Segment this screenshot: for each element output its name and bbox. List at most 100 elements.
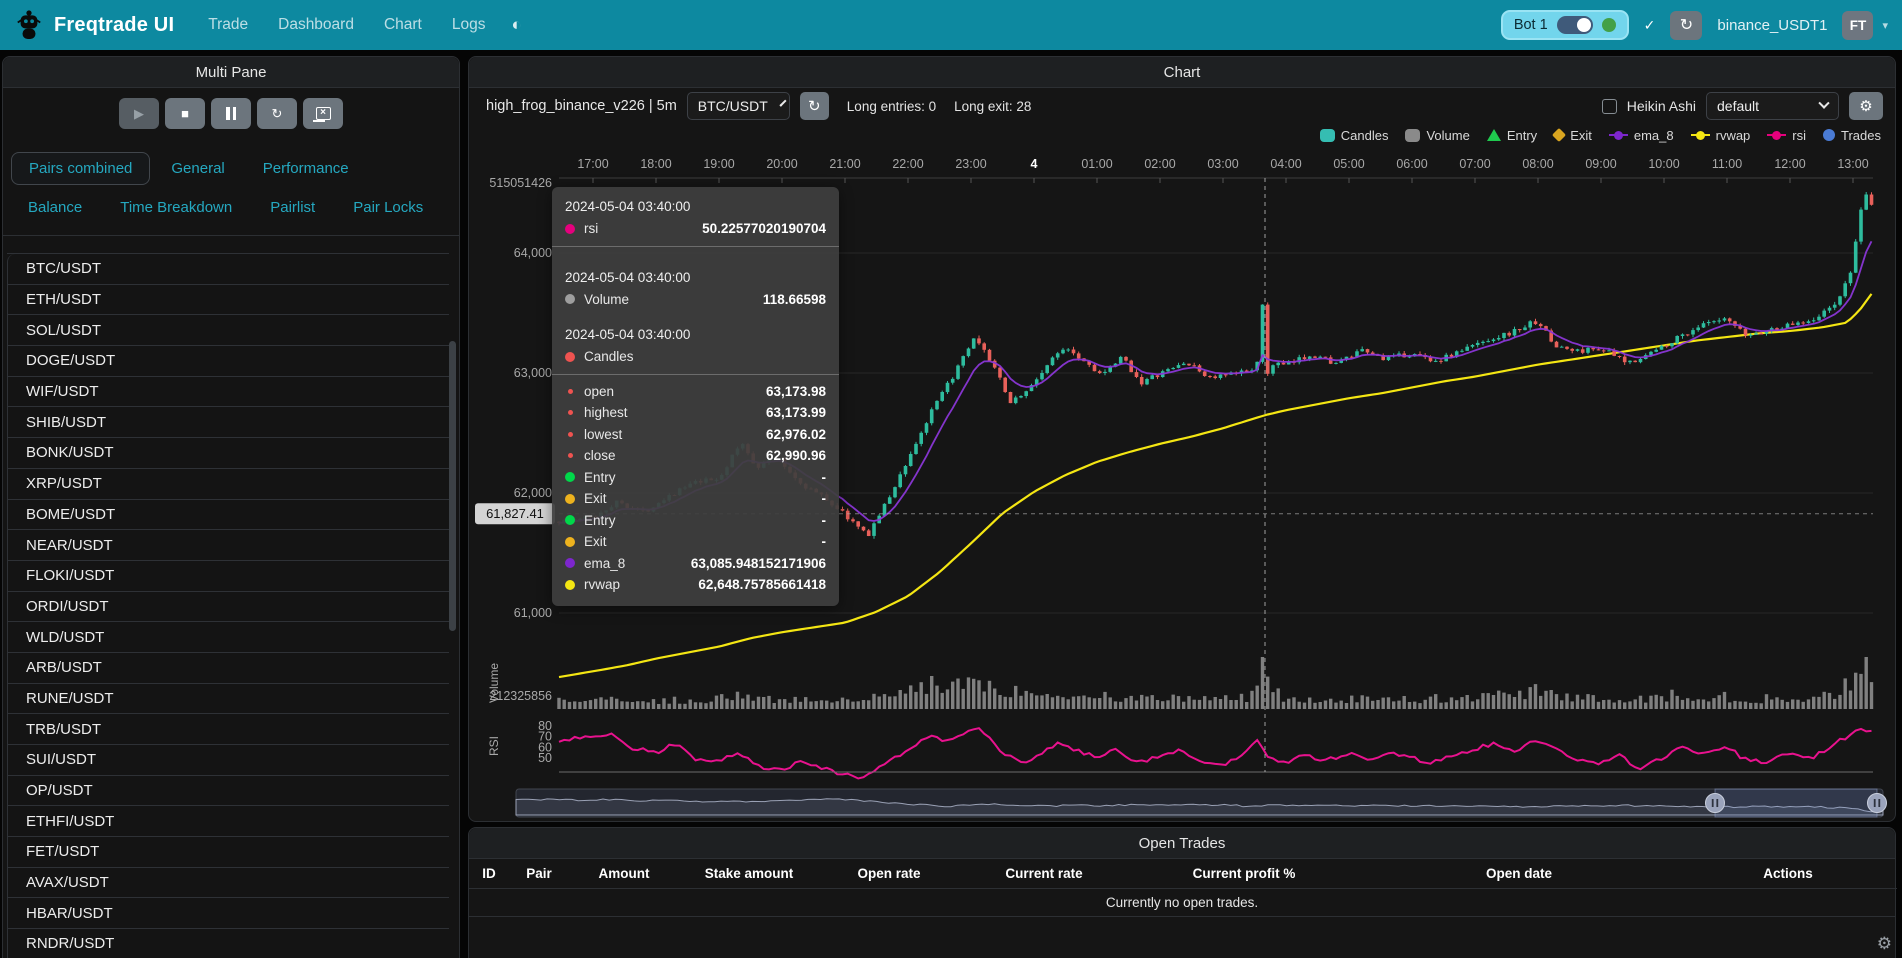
page-settings-gear-icon[interactable]: ⚙ — [1877, 934, 1892, 954]
tooltip-label: Exit — [584, 491, 607, 506]
series-dot — [565, 352, 575, 362]
pair-list-item[interactable]: ORDI/USDT — [7, 592, 449, 623]
tooltip-row: Volume118.66598 — [565, 289, 826, 311]
legend-item-entry[interactable]: Entry — [1487, 128, 1537, 143]
nav-item-chart[interactable]: Chart — [384, 16, 422, 34]
pair-list-item[interactable]: WIF/USDT — [7, 377, 449, 408]
legend-label: Trades — [1841, 128, 1881, 143]
column-header-amount[interactable]: Amount — [569, 859, 679, 888]
check-icon[interactable]: ✓ — [1644, 17, 1656, 34]
long-exit-label: Long exit: 28 — [954, 99, 1031, 114]
tab-pairs-combined[interactable]: Pairs combined — [11, 152, 150, 185]
nav-item-trade[interactable]: Trade — [208, 16, 248, 34]
sidebar-scrollbar-thumb[interactable] — [449, 341, 456, 631]
chevron-down-icon — [779, 100, 786, 107]
pair-list-item[interactable]: BTC/USDT — [7, 254, 449, 285]
pair-list-item[interactable]: RUNE/USDT — [7, 684, 449, 715]
tab-pair-locks[interactable]: Pair Locks — [336, 192, 440, 223]
sidebar-title: Multi Pane — [3, 57, 459, 88]
plot-settings-button[interactable]: ⚙ — [1849, 92, 1883, 120]
pair-list-item[interactable]: ETH/USDT — [7, 285, 449, 316]
tooltip-row: Exit - — [565, 488, 826, 510]
open-trades-header-row: IDPairAmountStake amountOpen rateCurrent… — [469, 859, 1897, 888]
nav-item-dashboard[interactable]: Dashboard — [278, 16, 354, 34]
legend-item-trades[interactable]: Trades — [1823, 128, 1881, 143]
tab-balance[interactable]: Balance — [11, 192, 99, 223]
column-header-id[interactable]: ID — [469, 859, 509, 888]
datazoom-handle[interactable] — [1706, 794, 1725, 813]
stop-button[interactable]: ■ — [165, 98, 205, 129]
pair-list-item[interactable]: SOL/USDT — [7, 315, 449, 346]
reload-button[interactable]: ↻ — [257, 98, 297, 129]
legend-item-rsi[interactable]: rsi — [1767, 128, 1806, 143]
svg-text:61,000: 61,000 — [514, 606, 552, 620]
pair-list-item[interactable]: DOGE/USDT — [7, 346, 449, 377]
column-header-current-profit--[interactable]: Current profit % — [1129, 859, 1359, 888]
tab-performance[interactable]: Performance — [246, 153, 366, 184]
tab-time-breakdown[interactable]: Time Breakdown — [103, 192, 249, 223]
play-button[interactable]: ▶ — [119, 98, 159, 129]
pair-select[interactable]: BTC/USDT — [687, 92, 790, 120]
column-header-open-date[interactable]: Open date — [1359, 859, 1679, 888]
datazoom-handle[interactable] — [1868, 794, 1887, 813]
column-header-stake-amount[interactable]: Stake amount — [679, 859, 819, 888]
tooltip-label: rsi — [584, 221, 598, 236]
pair-list-item[interactable]: RNDR/USDT — [7, 929, 449, 958]
series-dot — [565, 224, 575, 234]
top-navbar: Freqtrade UI Trade Dashboard Chart Logs ◐ B… — [0, 0, 1902, 50]
avatar-caret-icon[interactable]: ▾ — [1882, 19, 1888, 32]
pair-list-item[interactable]: TRB/USDT — [7, 714, 449, 745]
chart-legend: Candles Volume Entry Exit ema_8 rvwap rsi Trade… — [469, 124, 1895, 146]
nav-item-logs[interactable]: Logs — [452, 16, 486, 34]
pair-list-item[interactable]: SHIB/USDT — [7, 407, 449, 438]
column-header-actions[interactable]: Actions — [1679, 859, 1897, 888]
pair-list-item[interactable]: FLOKI/USDT — [7, 561, 449, 592]
pair-list-item[interactable]: OP/USDT — [7, 776, 449, 807]
pair-list-item[interactable]: ETHFI/USDT — [7, 806, 449, 837]
column-header-open-rate[interactable]: Open rate — [819, 859, 959, 888]
legend-item-volume[interactable]: Volume — [1405, 128, 1469, 143]
datazoom-navigator[interactable] — [516, 789, 1887, 817]
pair-list-item[interactable]: SUI/USDT — [7, 745, 449, 776]
user-avatar[interactable]: FT — [1842, 11, 1873, 40]
tooltip-value: - — [822, 491, 827, 506]
pair-list-item[interactable]: WLD/USDT — [7, 622, 449, 653]
legend-item-exit[interactable]: Exit — [1554, 128, 1592, 143]
tab-general[interactable]: General — [154, 153, 241, 184]
column-header-pair[interactable]: Pair — [509, 859, 569, 888]
theme-toggle-icon[interactable]: ◐ — [511, 15, 521, 35]
pair-list-item[interactable]: BOME/USDT — [7, 500, 449, 531]
legend-swatch — [1320, 129, 1335, 142]
pair-list-item[interactable]: HBAR/USDT — [7, 898, 449, 929]
legend-swatch — [1767, 129, 1786, 142]
pair-list-item[interactable]: AVAX/USDT — [7, 868, 449, 899]
legend-swatch — [1609, 129, 1628, 142]
svg-text:22:00: 22:00 — [892, 157, 923, 171]
rsi-line — [559, 728, 1872, 778]
bot-selector-chip[interactable]: Bot 1 — [1501, 10, 1629, 40]
time-axis: 17:0018:0019:0020:0021:0022:0023:00401:0… — [559, 157, 1873, 183]
rsi-tick-label: 50 — [538, 751, 552, 765]
pair-list-item[interactable]: ARB/USDT — [7, 653, 449, 684]
pair-list-item[interactable]: FET/USDT — [7, 837, 449, 868]
legend-item-rvwap[interactable]: rvwap — [1691, 128, 1751, 143]
pause-button[interactable] — [211, 98, 251, 129]
brand-title: Freqtrade UI — [54, 14, 174, 37]
pair-list-item[interactable]: NEAR/USDT — [7, 530, 449, 561]
legend-item-ema_8[interactable]: ema_8 — [1609, 128, 1674, 143]
tooltip-value: 62,648.75785661418 — [698, 577, 826, 592]
heikin-ashi-checkbox[interactable] — [1602, 99, 1617, 114]
clear-panes-button[interactable]: × — [303, 98, 343, 129]
pair-list-item[interactable]: XRP/USDT — [7, 469, 449, 500]
column-header-current-rate[interactable]: Current rate — [959, 859, 1129, 888]
global-refresh-button[interactable]: ↻ — [1670, 11, 1702, 40]
tab-pairlist[interactable]: Pairlist — [253, 192, 332, 223]
plot-config-select[interactable]: default — [1706, 92, 1839, 120]
datazoom-selected-window[interactable] — [1715, 789, 1877, 817]
chart-refresh-button[interactable]: ↻ — [800, 92, 829, 120]
legend-item-candles[interactable]: Candles — [1320, 128, 1389, 143]
pair-list-item[interactable]: BONK/USDT — [7, 438, 449, 469]
series-dot — [565, 515, 575, 525]
legend-swatch — [1691, 129, 1710, 142]
bot-enable-toggle[interactable] — [1557, 16, 1593, 34]
